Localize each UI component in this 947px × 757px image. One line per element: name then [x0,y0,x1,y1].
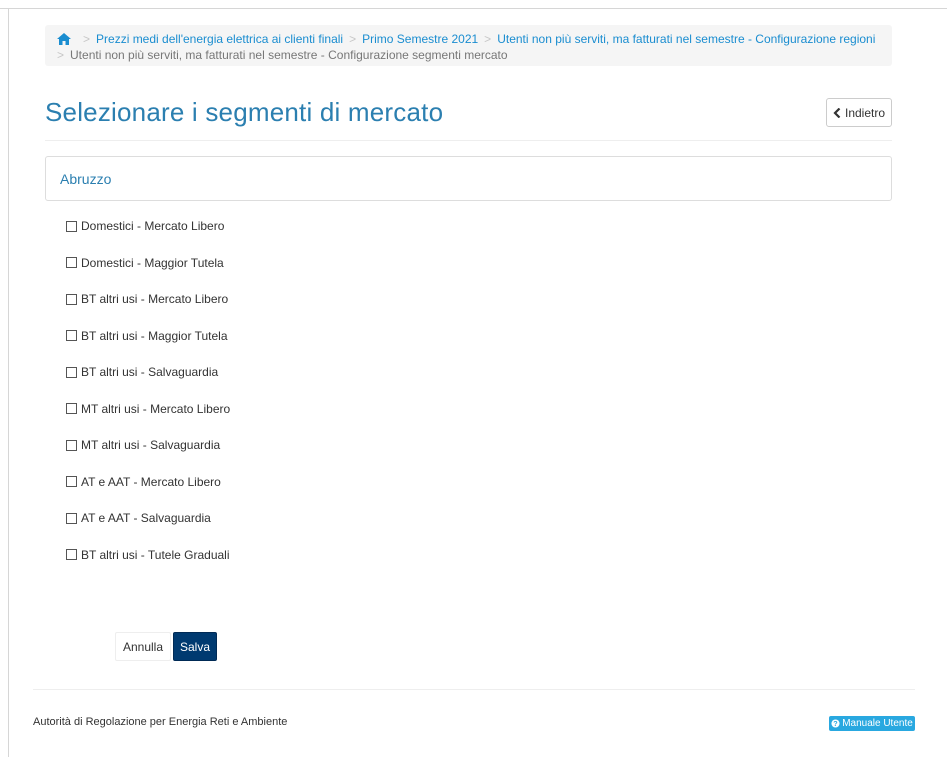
breadcrumb-separator: > [57,48,65,62]
footer-organization: Autorità di Regolazione per Energia Reti… [33,716,288,728]
checkbox[interactable] [66,293,77,305]
checkbox[interactable] [66,257,77,268]
breadcrumb-link-semester[interactable]: Primo Semestre 2021 [362,31,478,47]
checkbox[interactable] [66,439,77,451]
checkbox[interactable] [66,403,77,414]
segment-option-label: MT altri usi - Salvaguardia [81,438,221,452]
checkbox[interactable] [66,366,77,378]
svg-text:?: ? [833,719,837,728]
breadcrumb-link-prices[interactable]: Prezzi medi dell'energia elettrica ai cl… [96,31,343,47]
segment-option[interactable]: BT altri usi - Salvaguardia [66,365,230,379]
market-segment-list: Domestici - Mercato Libero Domestici - M… [66,219,230,584]
breadcrumb-separator: > [83,32,91,46]
back-button[interactable]: Indietro [826,98,892,127]
checkbox[interactable] [66,330,77,341]
segment-option-label: AT e AAT - Mercato Libero [81,474,221,489]
segment-option[interactable]: BT altri usi - Maggior Tutela [66,329,230,343]
segment-option[interactable]: Domestici - Mercato Libero [66,219,230,233]
segment-option-label: BT altri usi - Mercato Libero [81,292,229,306]
region-name: Abruzzo [60,170,112,187]
home-icon[interactable] [57,33,71,45]
breadcrumb-separator: > [349,32,357,46]
segment-option-label: Domestici - Mercato Libero [81,219,225,233]
segment-option-label: BT altri usi - Tutele Graduali [81,547,230,562]
segment-option[interactable]: AT e AAT - Mercato Libero [66,475,230,489]
checkbox[interactable] [66,220,77,232]
segment-option-label: BT altri usi - Maggior Tutela [81,328,228,343]
footer-divider [33,689,915,690]
region-panel-heading: Abruzzo [45,156,892,201]
checkbox[interactable] [66,476,77,487]
segment-option[interactable]: Domestici - Maggior Tutela [66,256,230,270]
breadcrumb-current: Utenti non più serviti, ma fatturati nel… [70,48,508,62]
question-circle-icon: ? [831,719,840,728]
page-title: Selezionare i segmenti di mercato [45,97,444,127]
title-divider [45,140,892,141]
user-manual-label: Manuale Utente [842,718,913,729]
segment-option[interactable]: MT altri usi - Mercato Libero [66,402,230,416]
chevron-left-icon [833,107,841,118]
user-manual-button[interactable]: ? Manuale Utente [829,716,915,731]
breadcrumb: > Prezzi medi dell'energia elettrica ai … [45,25,892,66]
checkbox[interactable] [66,512,77,524]
back-button-label: Indietro [844,105,886,120]
save-button[interactable]: Salva [173,632,217,661]
segment-option-label: Domestici - Maggior Tutela [81,255,224,270]
segment-option-label: BT altri usi - Salvaguardia [81,365,219,379]
segment-option[interactable]: MT altri usi - Salvaguardia [66,438,230,452]
cancel-button[interactable]: Annulla [115,632,171,661]
window-frame-left [8,8,9,757]
checkbox[interactable] [66,549,77,560]
segment-option[interactable]: AT e AAT - Salvaguardia [66,511,230,525]
segment-option-label: MT altri usi - Mercato Libero [81,401,231,416]
window-frame-top [0,8,947,9]
breadcrumb-separator: > [484,32,492,46]
segment-option[interactable]: BT altri usi - Mercato Libero [66,292,230,306]
breadcrumb-row-1: > Prezzi medi dell'energia elettrica ai … [57,31,882,47]
breadcrumb-row-2: > Utenti non più serviti, ma fatturati n… [57,47,882,63]
segment-option-label: AT e AAT - Salvaguardia [81,511,211,525]
breadcrumb-link-regions[interactable]: Utenti non più serviti, ma fatturati nel… [497,31,875,47]
segment-option[interactable]: BT altri usi - Tutele Graduali [66,548,230,562]
